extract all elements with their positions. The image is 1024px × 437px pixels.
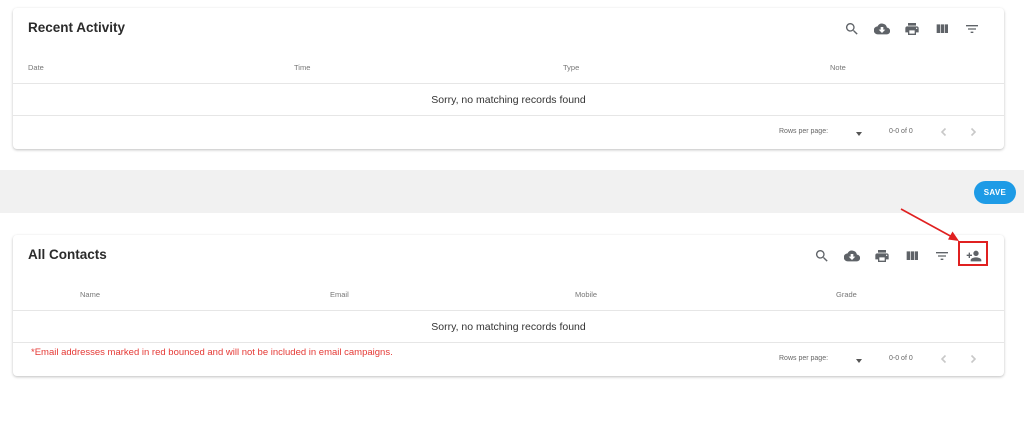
- next-page-button[interactable]: [966, 352, 980, 366]
- column-header-type[interactable]: Type: [563, 63, 579, 72]
- chevron-right-icon: [970, 354, 977, 364]
- search-icon[interactable]: [812, 246, 832, 266]
- chevron-left-icon: [940, 354, 947, 364]
- previous-page-button[interactable]: [937, 125, 951, 139]
- filter-list-icon[interactable]: [962, 19, 982, 39]
- column-header-grade[interactable]: Grade: [836, 290, 857, 299]
- print-icon[interactable]: [872, 246, 892, 266]
- column-header-time[interactable]: Time: [294, 63, 310, 72]
- pagination: Rows per page: 0-0 of 0: [13, 116, 1004, 150]
- previous-page-button[interactable]: [937, 352, 951, 366]
- chevron-left-icon: [940, 127, 947, 137]
- all-contacts-card: All Contacts Name Email Mobile Grade Sor…: [13, 235, 1004, 376]
- next-page-button[interactable]: [966, 125, 980, 139]
- chevron-right-icon: [970, 127, 977, 137]
- recent-activity-card: Recent Activity Date Time Type Note Sorr…: [13, 8, 1004, 149]
- rows-per-page-label: Rows per page:: [779, 355, 829, 362]
- filter-list-icon[interactable]: [932, 246, 952, 266]
- table-header-row: Name Email Mobile Grade: [13, 280, 1004, 311]
- rows-per-page-dropdown[interactable]: [856, 132, 862, 136]
- column-header-note[interactable]: Note: [830, 63, 846, 72]
- save-bar: [0, 170, 1024, 213]
- view-columns-icon[interactable]: [932, 19, 952, 39]
- all-contacts-title: All Contacts: [28, 247, 107, 262]
- rows-per-page-dropdown[interactable]: [856, 359, 862, 363]
- empty-table-row: Sorry, no matching records found: [13, 84, 1004, 116]
- search-icon[interactable]: [842, 19, 862, 39]
- save-button[interactable]: SAVE: [974, 181, 1016, 204]
- empty-message: Sorry, no matching records found: [431, 321, 586, 333]
- column-header-date[interactable]: Date: [28, 63, 44, 72]
- rows-per-page-label: Rows per page:: [779, 128, 829, 135]
- pagination-range: 0-0 of 0: [889, 128, 913, 135]
- empty-table-row: Sorry, no matching records found: [13, 311, 1004, 343]
- column-header-mobile[interactable]: Mobile: [575, 290, 597, 299]
- pagination-range: 0-0 of 0: [889, 355, 913, 362]
- recent-activity-title: Recent Activity: [28, 20, 126, 35]
- view-columns-icon[interactable]: [902, 246, 922, 266]
- cloud-download-icon[interactable]: [872, 19, 892, 39]
- print-icon[interactable]: [902, 19, 922, 39]
- empty-message: Sorry, no matching records found: [431, 94, 586, 106]
- person-add-icon[interactable]: [964, 246, 984, 266]
- cloud-download-icon[interactable]: [842, 246, 862, 266]
- pagination: Rows per page: 0-0 of 0: [13, 343, 1004, 377]
- table-header-row: Date Time Type Note: [13, 53, 1004, 84]
- column-header-name[interactable]: Name: [80, 290, 100, 299]
- column-header-email[interactable]: Email: [330, 290, 349, 299]
